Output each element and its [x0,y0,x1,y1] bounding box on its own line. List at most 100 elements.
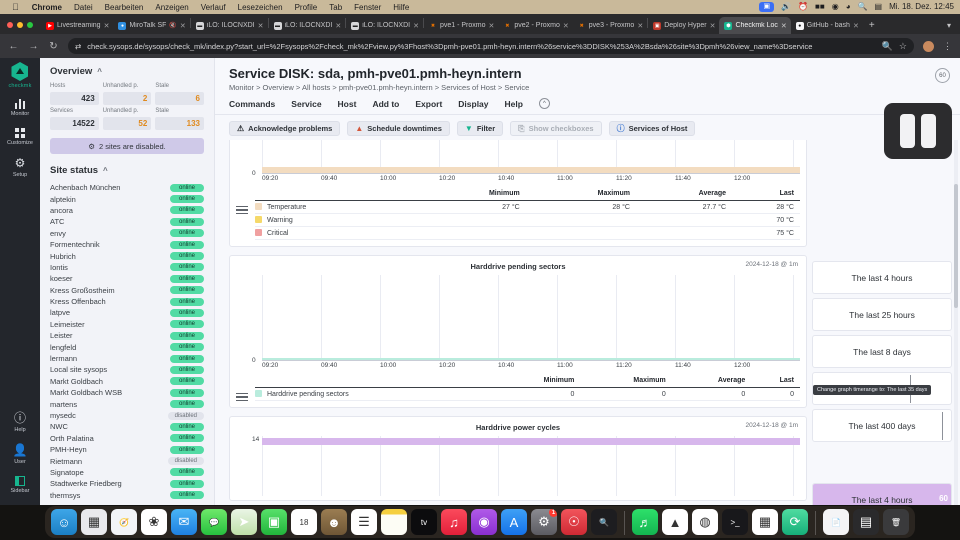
messages-icon[interactable]: 💬 [201,509,227,535]
menu-item-profile[interactable]: Profile [289,3,324,12]
menu-host[interactable]: Host [338,99,357,109]
podcasts-icon[interactable]: ◉ [471,509,497,535]
graph-card-temperature[interactable]: Temperature 0 09:20 09:40 10:00 10:20 [229,140,807,247]
timerange-card[interactable]: The last 8 days [812,335,952,368]
battery-icon[interactable]: ■■ [815,2,825,11]
spotify-icon[interactable]: ♬ [632,509,658,535]
screen-mirroring-icon[interactable]: ▣ [759,1,775,13]
menu-item-chrome[interactable]: Chrome [26,3,68,12]
menu-item-fenster[interactable]: Fenster [348,3,387,12]
back-arrow-icon[interactable]: ← [8,41,19,52]
close-tab-icon[interactable]: ✕ [180,22,186,30]
wifi-icon[interactable]: ◕ [846,2,851,11]
browser-tab-active[interactable]: ⬢ Checkmk Loc ✕ [719,17,791,34]
services-of-host-button[interactable]: ⓘ Services of Host [608,121,696,136]
search-icon[interactable]: 🔍 [858,2,868,11]
forward-arrow-icon[interactable]: → [28,41,39,52]
chrome-icon[interactable]: ◍ [692,509,718,535]
appletv-icon[interactable]: tv [411,509,437,535]
star-icon[interactable]: ☆ [899,41,907,52]
facetime-icon[interactable]: ▣ [261,509,287,535]
menu-bar-clock[interactable]: Mi. 18. Dez. 12:45 [889,2,954,11]
photos-icon[interactable]: ❀ [141,509,167,535]
site-status-row[interactable]: Stadtwerke Friedberg online [50,478,204,489]
sidebar-site-status-header[interactable]: Site status ^ [50,165,204,176]
timerange-card[interactable]: The last 4 hours [812,261,952,294]
menu-service[interactable]: Service [291,99,321,109]
browser-tab[interactable]: ● MiroTalk SF 🔇 ✕ [113,17,189,34]
menu-export[interactable]: Export [415,99,442,109]
teamviewer-icon[interactable]: ⟳ [782,509,808,535]
rail-item-user[interactable]: 👤 User [0,444,40,466]
timerange-card-hovered[interactable]: Change graph timerange to: The last 35 d… [812,372,952,405]
show-checkboxes-toggle[interactable]: ⎘ Show checkboxes [510,121,602,136]
scrollbar-thumb[interactable] [954,183,958,308]
browser-tab[interactable]: ✖ pve2 - Proxmo ✕ [498,17,572,34]
acknowledge-problems-button[interactable]: ⚠ Acknowledge problems [229,121,341,136]
menu-add-to[interactable]: Add to [372,99,399,109]
browser-tab[interactable]: ✖ pve3 - Proxmo ✕ [573,17,647,34]
minimize-window-button[interactable] [17,22,23,28]
browser-tab[interactable]: ▬ iLO: ILOCNXDI ✕ [346,17,423,34]
close-tab-icon[interactable]: ✕ [853,22,859,30]
dockutil-icon[interactable]: ☉ [561,509,587,535]
calculator-icon[interactable]: ▦ [752,509,778,535]
site-status-row[interactable]: Markt Goldbach WSB online [50,387,204,398]
site-status-row[interactable]: Signatope online [50,467,204,478]
site-status-row[interactable]: Achenbach München online [50,182,204,193]
quicklook-icon[interactable]: 🔍 [591,509,617,535]
profile-avatar-icon[interactable] [923,40,934,52]
graph-plot-area[interactable]: 0 [252,275,800,364]
close-tab-icon[interactable]: ✕ [258,22,264,30]
notes-icon[interactable] [381,509,407,535]
music-icon[interactable]: ♫ [441,509,467,535]
control-strip-icon[interactable]: ▤ [875,2,883,11]
graph-plot-area[interactable]: 14 [252,436,800,497]
kebab-menu-icon[interactable]: ⋮ [943,41,952,52]
site-status-row[interactable]: latpve online [50,307,204,318]
graph-drag-handle-icon[interactable] [236,377,248,402]
browser-tab[interactable]: ▬ iLO: ILOCNXDI ✕ [191,17,268,34]
close-tab-icon[interactable]: ✕ [637,22,643,30]
chevron-up-icon[interactable]: ^ [538,98,550,109]
reload-counter-badge[interactable]: 60 [935,68,950,83]
schedule-downtimes-button[interactable]: ▲ Schedule downtimes [347,121,450,136]
safari-icon[interactable]: 🧭 [111,509,137,535]
site-status-row[interactable]: ancora online [50,205,204,216]
graph-plot-area[interactable]: 0 [252,140,800,177]
close-tab-icon[interactable]: ✕ [335,22,341,30]
site-status-row[interactable]: koeser online [50,273,204,284]
appstore-icon[interactable]: A [501,509,527,535]
close-tab-icon[interactable]: ✕ [489,22,495,30]
site-status-row[interactable]: Formentechnik online [50,239,204,250]
maximize-window-button[interactable] [27,22,33,28]
site-status-row[interactable]: lengfeld online [50,341,204,352]
maps-icon[interactable]: ➤ [231,509,257,535]
downloads-stack-icon[interactable]: ▤ [853,509,879,535]
volume-icon[interactable]: 🔊 [781,2,791,11]
rail-item-customize[interactable]: Customize [0,128,40,146]
site-status-row[interactable]: Local site sysops online [50,364,204,375]
close-tab-icon[interactable]: ✕ [781,22,787,30]
document-file-icon[interactable]: 📄 [823,509,849,535]
address-bar[interactable]: ⇄ check.sysops.de/sysops/check_mk/index.… [68,38,914,54]
site-status-row[interactable]: Leister online [50,330,204,341]
zoom-icon[interactable]: 🔍 [882,41,893,52]
chevron-up-icon[interactable]: ^ [97,67,102,76]
close-tab-icon[interactable]: ✕ [413,22,419,30]
site-status-row[interactable]: Kress Offenbach online [50,296,204,307]
graph-drag-handle-icon[interactable] [236,190,248,215]
chevron-down-icon[interactable]: ▾ [947,21,960,34]
browser-tab[interactable]: ▶ Livestreaming ✕ [41,17,113,34]
rail-item-help[interactable]: ⓘ Help [0,412,40,434]
trash-icon[interactable]: 🗑 [883,509,909,535]
graph-scroll-region[interactable]: Temperature 0 09:20 09:40 10:00 10:20 [215,140,960,505]
close-tab-icon[interactable]: ✕ [710,22,716,30]
new-tab-button[interactable]: + [863,20,881,34]
stat-value-services-unhandled[interactable]: 52 [102,117,152,130]
site-status-row[interactable]: Orth Palatina online [50,433,204,444]
rail-item-sidebar[interactable]: Sidebar [0,476,40,494]
menu-item-datei[interactable]: Datei [68,3,99,12]
site-status-row[interactable]: martens online [50,398,204,409]
timerange-column[interactable]: The last 35 days The last 400 days The l… [812,222,960,505]
